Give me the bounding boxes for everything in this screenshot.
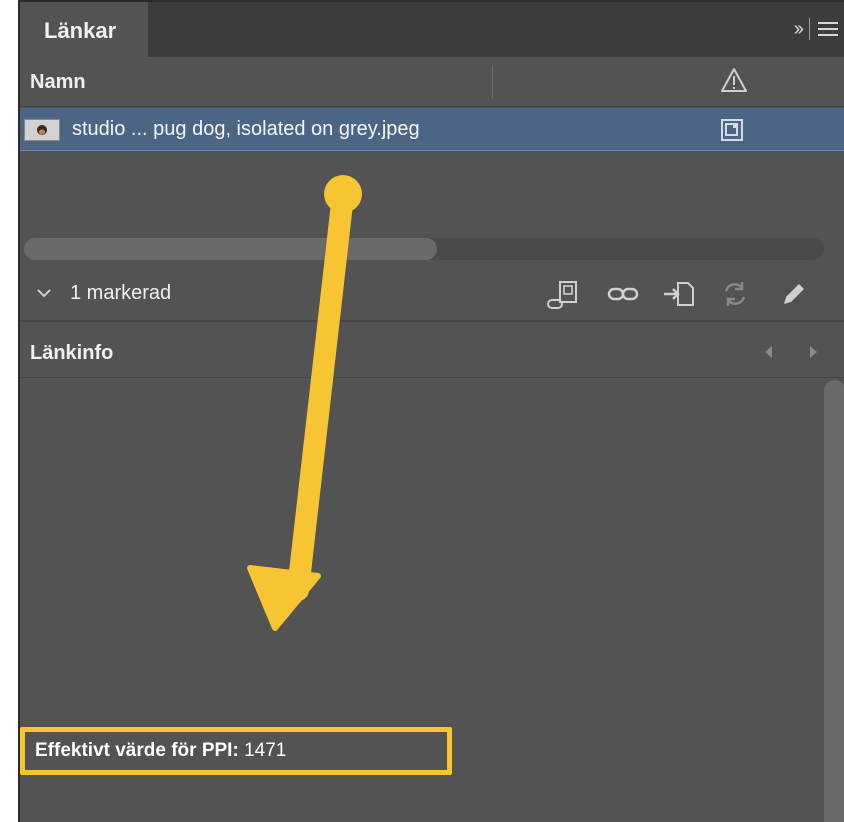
panel-controls: ›› (794, 16, 838, 42)
relink-from-library-icon[interactable] (546, 278, 580, 310)
edit-original-icon[interactable] (776, 278, 810, 310)
go-to-link-icon[interactable] (662, 278, 696, 310)
link-info-header: Länkinfo (20, 324, 844, 378)
image-thumbnail (24, 119, 60, 141)
horizontal-scroll-thumb[interactable] (24, 238, 437, 260)
link-filename: studio ... pug dog, isolated on grey.jpe… (72, 118, 420, 140)
ppi-highlight-box: Effektivt värde för PPI: 1471 (20, 727, 452, 775)
effective-ppi: Effektivt värde för PPI: 1471 (35, 740, 286, 762)
next-link-icon[interactable] (808, 344, 820, 360)
embedded-link-icon (721, 119, 743, 141)
selection-count: 1 markerad (70, 282, 172, 304)
selection-bar: 1 markerad (20, 268, 844, 322)
relink-icon[interactable] (606, 278, 640, 310)
column-name-header[interactable]: Namn (30, 71, 86, 94)
column-divider[interactable] (492, 65, 493, 99)
double-chevron-right-icon[interactable]: ›› (794, 16, 804, 42)
link-info-title: Länkinfo (30, 342, 114, 364)
links-panel: Länkar ›› Namn studio ... pug dog, isola… (18, 0, 844, 822)
link-row[interactable]: studio ... pug dog, isolated on grey.jpe… (20, 108, 844, 151)
warning-triangle-icon[interactable] (720, 67, 748, 93)
vertical-scrollbar[interactable] (824, 380, 844, 822)
divider (809, 18, 810, 40)
hamburger-menu-icon[interactable] (818, 22, 838, 36)
effective-ppi-label: Effektivt värde för PPI: (35, 740, 239, 761)
effective-ppi-value: 1471 (244, 740, 287, 761)
panel-tab-bar: Länkar ›› (20, 2, 844, 57)
chevron-down-icon[interactable] (36, 286, 52, 300)
horizontal-scrollbar[interactable] (24, 238, 824, 260)
previous-link-icon[interactable] (762, 344, 774, 360)
tab-links[interactable]: Länkar (20, 2, 148, 57)
column-header: Namn (20, 57, 844, 107)
update-link-icon (724, 282, 746, 306)
